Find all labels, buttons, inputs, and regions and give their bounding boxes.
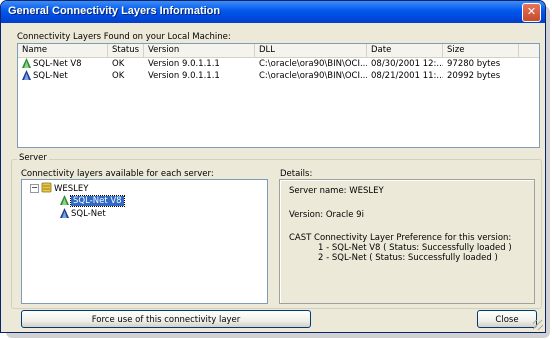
- column-header-status[interactable]: Status: [108, 44, 144, 57]
- tree-server-label: WESLEY: [54, 184, 89, 194]
- details-preference-item: 2 - SQL-Net ( Status: Successfully loade…: [318, 253, 498, 263]
- column-header-dll[interactable]: DLL: [255, 44, 367, 57]
- available-layers-label: Connectivity layers available for each s…: [21, 169, 214, 179]
- row-size: 97280 bytes: [447, 59, 501, 69]
- force-layer-button[interactable]: Force use of this connectivity layer: [21, 310, 311, 328]
- row-name: SQL-Net: [33, 71, 68, 81]
- green-connector-icon: [60, 195, 69, 209]
- row-date: 08/30/2001 12:...: [371, 59, 443, 69]
- details-server-name: Server name: WESLEY: [289, 186, 384, 196]
- column-header-version[interactable]: Version: [144, 44, 255, 57]
- server-tree[interactable]: − WESLEY SQL-Net V8 SQL-Net: [21, 179, 268, 304]
- row-dll: C:\oracle\ora90\BIN\OCI....: [259, 71, 367, 81]
- row-dll: C:\oracle\ora90\BIN\OCI....: [259, 59, 367, 69]
- title-bar[interactable]: General Connectivity Layers Information …: [1, 1, 545, 23]
- blue-connector-icon: [22, 70, 31, 84]
- tree-node-server[interactable]: WESLEY: [41, 182, 88, 194]
- row-name: SQL-Net V8: [33, 59, 82, 69]
- row-name-cell: SQL-Net: [18, 70, 108, 84]
- row-date: 08/21/2001 11:...: [371, 71, 443, 81]
- column-header-date[interactable]: Date: [367, 44, 443, 57]
- resize-grip[interactable]: [533, 320, 543, 330]
- table-row[interactable]: SQL-Net OK Version 9.0.1.1.1 C:\oracle\o…: [18, 70, 539, 82]
- server-group-title: Server: [17, 153, 49, 163]
- tree-node-sql-net[interactable]: SQL-Net: [60, 208, 106, 220]
- details-label: Details:: [280, 169, 313, 179]
- column-header-size[interactable]: Size: [443, 44, 519, 57]
- details-preference-header: CAST Connectivity Layer Preference for t…: [289, 233, 512, 243]
- row-version: Version 9.0.1.1.1: [148, 59, 220, 69]
- table-row[interactable]: SQL-Net V8 OK Version 9.0.1.1.1 C:\oracl…: [18, 58, 539, 70]
- window-title: General Connectivity Layers Information: [8, 5, 221, 17]
- row-status: OK: [112, 71, 125, 81]
- column-header-name[interactable]: Name: [18, 44, 108, 57]
- details-panel: Server name: WESLEY Version: Oracle 9i C…: [279, 179, 535, 304]
- collapse-expander-icon[interactable]: −: [30, 184, 39, 193]
- tree-child-label: SQL-Net V8: [70, 195, 125, 207]
- details-version: Version: Oracle 9i: [289, 210, 364, 220]
- database-server-icon: [41, 182, 52, 197]
- found-layers-label: Connectivity Layers Found on your Local …: [17, 32, 231, 42]
- layers-list[interactable]: Name Status Version DLL Date Size SQL-Ne…: [17, 43, 540, 148]
- tree-child-label: SQL-Net: [71, 209, 106, 219]
- dialog-window: General Connectivity Layers Information …: [0, 0, 546, 333]
- close-window-button[interactable]: ✕: [522, 3, 541, 22]
- row-status: OK: [112, 59, 125, 69]
- tree-node-sql-net-v8[interactable]: SQL-Net V8: [60, 195, 125, 209]
- close-button[interactable]: Close: [477, 310, 537, 328]
- details-preference-item: 1 - SQL-Net V8 ( Status: Successfully lo…: [318, 243, 512, 253]
- row-version: Version 9.0.1.1.1: [148, 71, 220, 81]
- list-header: Name Status Version DLL Date Size: [18, 44, 539, 58]
- blue-connector-icon: [60, 208, 69, 222]
- row-size: 20992 bytes: [447, 71, 501, 81]
